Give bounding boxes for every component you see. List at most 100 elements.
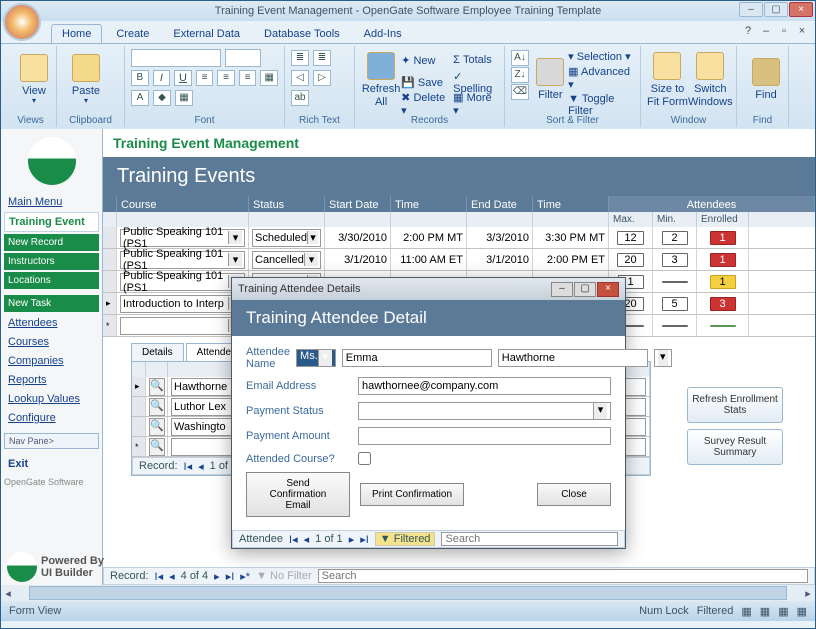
row-selector[interactable] [103, 227, 117, 248]
dlg-prev-button[interactable]: ◂ [304, 533, 310, 546]
dlg-search-input[interactable] [441, 532, 618, 546]
end-time-cell[interactable]: 2:00 PM ET [533, 249, 609, 270]
grid-row[interactable]: Public Speaking 101 (PS1▾ Cancelled▾ 3/1… [103, 249, 815, 271]
filter-button[interactable]: Filter [532, 48, 568, 112]
minimize-ribbon-icon[interactable]: – [759, 25, 773, 37]
help-icon[interactable]: ? [741, 25, 755, 37]
start-date-cell[interactable]: 3/1/2010 [325, 249, 391, 270]
more-button[interactable]: ▦ More ▾ [453, 91, 498, 117]
status-cell[interactable]: Scheduled▾ [252, 229, 321, 247]
course-cell[interactable]: Public Speaking 101 (PS1▾ [120, 229, 245, 247]
find-button[interactable]: Find [743, 48, 789, 112]
dialog-close-button[interactable]: × [597, 282, 619, 297]
col-end-time[interactable]: Time [533, 196, 609, 212]
col-end-date[interactable]: End Date [467, 196, 533, 212]
refresh-all-button[interactable]: Refresh All [361, 48, 401, 112]
italic-button[interactable]: I [153, 70, 171, 86]
border-icon[interactable]: ▦ [175, 90, 193, 106]
save-button[interactable]: 💾 Save [401, 76, 443, 89]
view-button[interactable]: View▾ [11, 48, 57, 112]
nav-main-menu[interactable]: Main Menu [4, 193, 99, 211]
scroll-right-icon[interactable]: ▸ [801, 587, 815, 600]
fill-color-icon[interactable]: ◆ [153, 90, 171, 106]
close-doc-icon[interactable]: × [795, 25, 809, 37]
sub-first-button[interactable]: I◂ [184, 460, 193, 473]
start-time-cell[interactable]: 11:00 AM ET [391, 249, 467, 270]
new-record-button[interactable]: ✦ New [401, 54, 435, 67]
nav-pane-toggle[interactable]: Nav Pane> [4, 433, 99, 449]
numbering-icon[interactable]: ≣ [313, 50, 331, 66]
send-confirmation-button[interactable]: Send Confirmation Email [246, 472, 350, 517]
delete-button[interactable]: ✖ Delete ▾ [401, 91, 447, 117]
col-course[interactable]: Course [117, 196, 249, 212]
maximize-button[interactable]: ▢ [764, 2, 788, 17]
align-center-icon[interactable]: ≡ [217, 70, 235, 86]
nav-companies[interactable]: Companies [4, 352, 99, 370]
dialog-maximize-button[interactable]: ▢ [574, 282, 596, 297]
nav-new-record[interactable]: New Record [4, 234, 99, 251]
indent-right-icon[interactable]: ▷ [313, 70, 331, 86]
main-new-button[interactable]: ▸* [240, 570, 250, 583]
nav-configure[interactable]: Configure [4, 409, 99, 427]
col-min[interactable]: Min. [653, 212, 697, 227]
horizontal-scrollbar[interactable]: ◂ ▸ [1, 585, 815, 601]
close-button[interactable]: × [789, 2, 813, 17]
sub-row-selector[interactable]: ▸ [132, 377, 146, 396]
nav-new-task[interactable]: New Task [4, 295, 99, 312]
course-cell[interactable]: Public Speaking 101 (PS1▾ [120, 251, 245, 269]
print-confirmation-button[interactable]: Print Confirmation [360, 483, 464, 506]
survey-result-button[interactable]: Survey Result Summary [687, 429, 783, 465]
totals-button[interactable]: Σ Totals [453, 54, 492, 66]
main-next-button[interactable]: ▸ [214, 570, 220, 583]
row-selector[interactable] [103, 249, 117, 270]
row-selector[interactable] [103, 271, 117, 292]
payment-status-select[interactable]: ▾ [358, 402, 611, 420]
nav-courses[interactable]: Courses [4, 333, 99, 351]
sub-row-selector[interactable] [132, 417, 146, 436]
nav-reports[interactable]: Reports [4, 371, 99, 389]
sort-asc-icon[interactable]: A↓ [511, 50, 529, 66]
view-form-icon[interactable]: ▦ [741, 605, 751, 618]
payment-amount-input[interactable] [358, 427, 611, 445]
first-name-input[interactable] [342, 349, 492, 367]
expand-ribbon-icon[interactable]: ▫ [777, 25, 791, 37]
office-orb-button[interactable] [3, 3, 41, 41]
align-right-icon[interactable]: ≡ [239, 70, 257, 86]
minimize-button[interactable]: – [739, 2, 763, 17]
view-design-icon[interactable]: ▦ [797, 605, 807, 618]
col-status[interactable]: Status [249, 196, 325, 212]
nav-training-event[interactable]: Training Event [4, 212, 99, 232]
nav-locations[interactable]: Locations [4, 272, 99, 289]
gridlines-icon[interactable]: ▦ [260, 70, 278, 86]
highlight-icon[interactable]: ab [291, 90, 309, 106]
col-start-date[interactable]: Start Date [325, 196, 391, 212]
dlg-next-button[interactable]: ▸ [349, 533, 355, 546]
dlg-first-button[interactable]: I◂ [289, 533, 298, 546]
align-left-icon[interactable]: ≡ [196, 70, 214, 86]
attended-checkbox[interactable] [358, 452, 371, 465]
col-max[interactable]: Max. [609, 212, 653, 227]
row-selector[interactable]: ▸ [103, 293, 117, 314]
dialog-minimize-button[interactable]: – [551, 282, 573, 297]
underline-button[interactable]: U [174, 70, 192, 86]
dialog-titlebar[interactable]: Training Attendee Details – ▢ × [232, 278, 625, 300]
end-date-cell[interactable]: 3/1/2010 [467, 249, 533, 270]
sub-row-selector[interactable] [132, 397, 146, 416]
bold-button[interactable]: B [131, 70, 149, 86]
tab-home[interactable]: Home [51, 24, 102, 43]
selection-button[interactable]: ▾ Selection ▾ [568, 50, 634, 63]
name-more-select[interactable]: ▾ [654, 349, 672, 367]
row-selector[interactable]: * [103, 315, 117, 336]
lookup-icon[interactable]: 🔍 [149, 438, 165, 456]
clear-sort-icon[interactable]: ⌫ [511, 84, 529, 100]
course-cell[interactable]: ▾ [120, 317, 245, 335]
main-last-button[interactable]: ▸I [226, 570, 235, 583]
paste-button[interactable]: Paste▾ [63, 48, 109, 112]
lookup-icon[interactable]: 🔍 [149, 418, 165, 436]
end-time-cell[interactable]: 3:30 PM MT [533, 227, 609, 248]
nav-lookup-values[interactable]: Lookup Values [4, 390, 99, 408]
nav-exit[interactable]: Exit [4, 455, 99, 473]
start-time-cell[interactable]: 2:00 PM MT [391, 227, 467, 248]
main-search-input[interactable] [318, 569, 808, 583]
bullets-icon[interactable]: ≣ [291, 50, 309, 66]
